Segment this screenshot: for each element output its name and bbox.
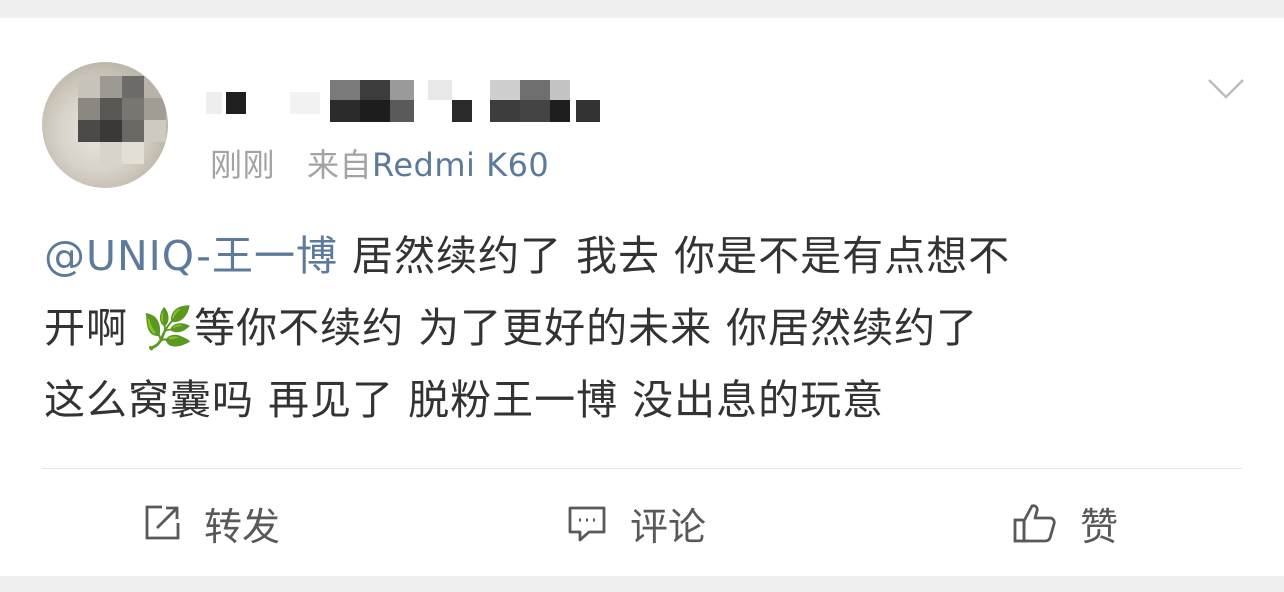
mention-link[interactable]: @UNIQ-王一博 [44, 232, 338, 280]
content-line-2: 开啊 🌿等你不续约 为了更好的未来 你居然续约了 [44, 304, 979, 352]
repost-icon [145, 505, 180, 540]
content-line-1: @UNIQ-王一博 居然续约了 我去 你是不是有点想不 [44, 220, 1244, 292]
avatar[interactable] [42, 62, 168, 188]
like-button[interactable]: 赞 [1012, 496, 1118, 550]
repost-button[interactable]: 转发 [142, 496, 280, 550]
post-card[interactable]: 刚刚 来自Redmi K60 @UNIQ-王一博 居然续约了 我去 你是不是有点… [0, 18, 1284, 576]
timestamp: 刚刚 [210, 146, 276, 184]
content-text-1: 居然续约了 我去 你是不是有点想不 [337, 232, 1011, 280]
comment-icon [568, 506, 606, 542]
comment-button[interactable]: 评论 [566, 496, 706, 550]
like-label: 赞 [1080, 504, 1119, 549]
thumbs-up-icon [1013, 504, 1056, 543]
content-line-3: 这么窝囊吗 再见了 脱粉王一博 没出息的玩意 [44, 376, 885, 424]
source-device[interactable]: Redmi K60 [372, 146, 549, 184]
post-meta: 刚刚 来自Redmi K60 [210, 140, 549, 186]
post-content: @UNIQ-王一博 居然续约了 我去 你是不是有点想不 开啊 🌿等你不续约 为了… [44, 220, 1244, 436]
comment-label: 评论 [630, 504, 707, 549]
chevron-down-icon [1208, 79, 1244, 99]
repost-label: 转发 [204, 504, 281, 549]
divider [42, 468, 1242, 469]
more-options-button[interactable] [1206, 76, 1246, 102]
username-censored[interactable] [206, 76, 606, 124]
source-prefix: 来自 [307, 146, 373, 184]
